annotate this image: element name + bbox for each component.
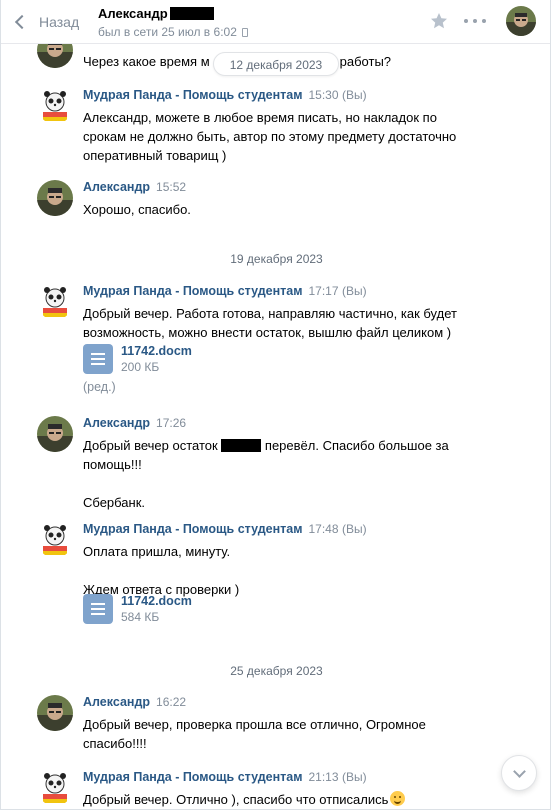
scroll-down-button[interactable] — [501, 755, 537, 791]
document-attachment[interactable]: 11742.docm 584 КБ — [83, 594, 283, 628]
message-time[interactable]: 17:17 — [308, 284, 338, 298]
author-link[interactable]: Мудрая Панда - Помощь студентам — [83, 88, 302, 102]
smile-emoji-icon — [390, 791, 406, 806]
message-time[interactable]: 15:52 — [156, 180, 186, 194]
document-name[interactable]: 11742.docm — [121, 594, 192, 608]
avatar — [37, 522, 73, 558]
message-feed: Через какое время м работы? 12 декабря 20… — [1, 32, 550, 809]
message-text: Добрый вечер, проверка прошла все отличн… — [83, 717, 426, 751]
author-link[interactable]: Александр — [83, 695, 150, 709]
document-attachment[interactable]: 11742.docm 200 КБ — [83, 344, 283, 378]
redacted-block — [169, 7, 214, 20]
author-link[interactable]: Мудрая Панда - Помощь студентам — [83, 284, 302, 298]
message-meta: Мудрая Панда - Помощь студентам 17:48 (Вы… — [83, 522, 367, 536]
message-time[interactable]: 15:30 — [308, 88, 338, 102]
peer-name: Александр — [98, 6, 168, 21]
document-icon — [83, 594, 113, 624]
chat-header: Назад Александр был в сети 25 июл в 6:02 — [1, 0, 550, 44]
message-text: Александр, можете в любое время писать, … — [83, 110, 457, 163]
message-meta: Мудрая Панда - Помощь студентам 21:13 (Вы… — [83, 770, 367, 784]
document-icon — [83, 344, 113, 374]
avatar — [37, 88, 73, 124]
message-text: Добрый вечер. Отлично ), спасибо что отп… — [83, 790, 503, 809]
author-link[interactable]: Мудрая Панда - Помощь студентам — [83, 770, 302, 784]
message-time[interactable]: 17:48 — [308, 522, 338, 536]
message-text: Хорошо, спасибо. — [83, 202, 191, 217]
date-separator: 19 декабря 2023 — [230, 252, 323, 266]
avatar — [37, 695, 73, 731]
message-meta: Александр 16:22 — [83, 695, 186, 709]
chevron-down-icon — [513, 765, 526, 778]
author-link[interactable]: Александр — [83, 416, 150, 430]
document-size: 584 КБ — [121, 610, 160, 624]
message-text: Добрый вечер. Работа готова, направляю ч… — [83, 306, 457, 340]
message-text: Добрый вечер остаток перевёл. Спасибо бо… — [83, 438, 449, 510]
avatar — [37, 180, 73, 216]
peer-info[interactable]: Александр был в сети 25 июл в 6:02 — [98, 6, 248, 39]
mobile-icon — [241, 27, 248, 37]
avatar — [37, 284, 73, 320]
message-meta: Александр 17:26 — [83, 416, 186, 430]
redacted-block — [221, 439, 262, 452]
message-time[interactable]: 16:22 — [156, 695, 186, 709]
message-meta: Мудрая Панда - Помощь студентам 15:30 (Вы… — [83, 88, 367, 102]
message-text: Оплата пришла, минуту. Ждем ответа с про… — [83, 544, 240, 597]
avatar — [37, 416, 73, 452]
author-link[interactable]: Мудрая Панда - Помощь студентам — [83, 522, 302, 536]
edited-label: (ред.) — [83, 380, 116, 394]
back-label: Назад — [39, 14, 80, 30]
star-icon[interactable] — [429, 11, 449, 31]
chevron-left-icon — [14, 14, 30, 30]
date-separator: 25 декабря 2023 — [230, 664, 323, 678]
floating-date: 12 декабря 2023 — [213, 52, 339, 76]
message-meta: Мудрая Панда - Помощь студентам 17:17 (Вы… — [83, 284, 367, 298]
message-meta: Александр 15:52 — [83, 180, 186, 194]
avatar[interactable] — [506, 6, 536, 36]
avatar — [37, 770, 73, 806]
more-icon[interactable] — [464, 13, 486, 29]
document-size: 200 КБ — [121, 360, 160, 374]
author-link[interactable]: Александр — [83, 180, 150, 194]
chat-window: Назад Александр был в сети 25 июл в 6:02 — [0, 0, 551, 810]
back-button[interactable]: Назад — [13, 12, 79, 32]
message-time[interactable]: 17:26 — [156, 416, 186, 430]
document-name[interactable]: 11742.docm — [121, 344, 192, 358]
peer-status: был в сети 25 июл в 6:02 — [98, 25, 237, 39]
message-time[interactable]: 21:13 — [308, 770, 338, 784]
